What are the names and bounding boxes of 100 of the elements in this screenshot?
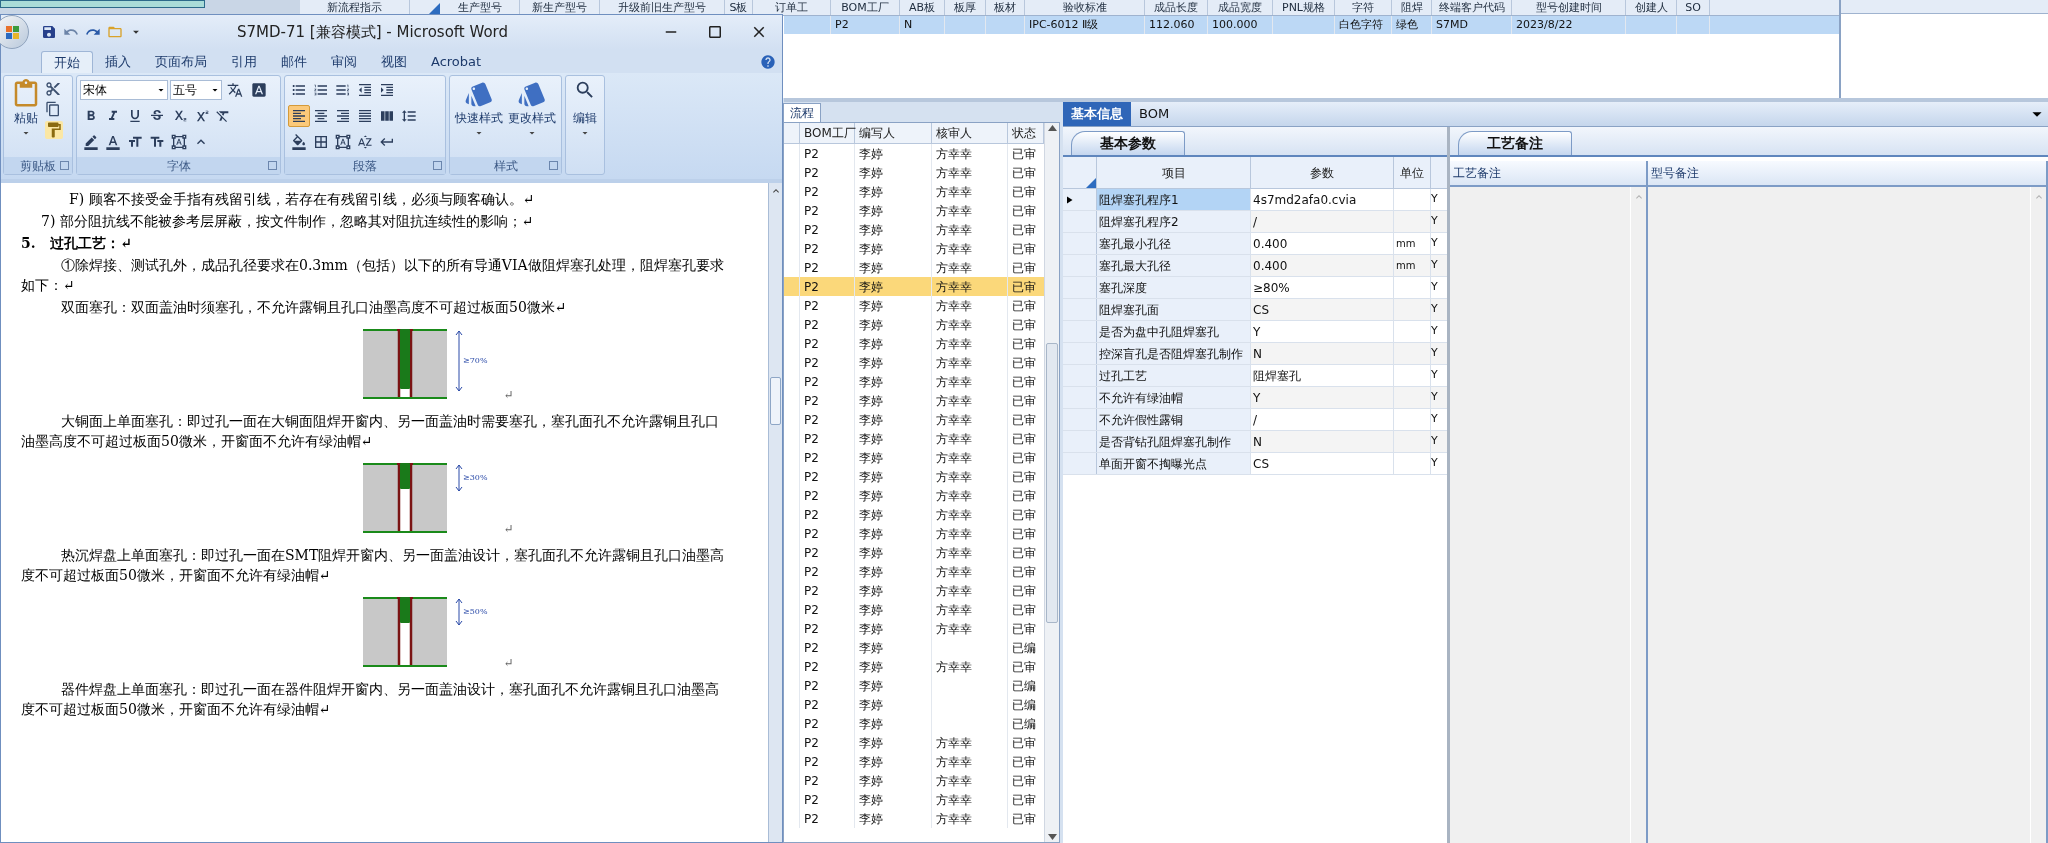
ribbon-tab[interactable]: 视图 bbox=[369, 51, 419, 73]
scroll-down-icon[interactable] bbox=[1047, 834, 1057, 840]
column-header[interactable]: 单位 bbox=[1394, 157, 1431, 188]
style-icon[interactable] bbox=[463, 79, 494, 109]
dialog-launcher-icon[interactable] bbox=[433, 161, 442, 170]
table-cell-text: 已审 bbox=[1012, 164, 1036, 182]
column-header[interactable]: PNL规格 bbox=[1273, 0, 1335, 15]
column-header[interactable]: 成品宽度 bbox=[1208, 0, 1273, 15]
save-icon[interactable] bbox=[41, 24, 57, 40]
list-row[interactable]: P2 李婷 方幸幸 已审 bbox=[784, 277, 1044, 296]
table-cell-text: 已审 bbox=[1012, 582, 1036, 600]
scroll-thumb[interactable] bbox=[770, 377, 781, 425]
column-header[interactable]: 验收标准 bbox=[1025, 0, 1145, 15]
edit-button[interactable]: 编辑 bbox=[573, 109, 597, 127]
scrollbar[interactable] bbox=[768, 183, 782, 842]
ribbon-tab[interactable]: 引用 bbox=[219, 51, 269, 73]
remark-field[interactable] bbox=[1648, 187, 2046, 843]
table-row[interactable]: P2 N IPC-6012 Ⅱ级 112.060 100.000 白色字符 绿色 S7MD 2023/8/22 bbox=[784, 16, 1839, 34]
param-row[interactable]: 阻焊塞孔面 CS Y bbox=[1063, 299, 1447, 321]
flow-tab[interactable]: 流程 bbox=[783, 103, 821, 122]
help-icon[interactable] bbox=[760, 54, 776, 70]
scrollbar[interactable] bbox=[1044, 123, 1059, 842]
column-header[interactable]: 编写人 bbox=[855, 123, 932, 143]
column-header[interactable]: 型号创建时间 bbox=[1512, 0, 1626, 15]
detail-tab[interactable]: 基本信息 bbox=[1063, 102, 1131, 126]
table-cell-text: 已编 bbox=[1012, 715, 1036, 733]
group-label: 剪贴板 bbox=[20, 157, 56, 175]
column-header[interactable]: 型号备注 bbox=[1648, 161, 2046, 187]
table-cell-text: 李婷 bbox=[859, 411, 883, 429]
table-cell-text: 方幸幸 bbox=[936, 164, 972, 182]
scroll-thumb[interactable] bbox=[1046, 342, 1058, 623]
ribbon-tab[interactable]: 邮件 bbox=[269, 51, 319, 73]
font-size-field[interactable]: 五号 bbox=[170, 80, 222, 100]
column-header[interactable]: 成品长度 bbox=[1145, 0, 1208, 15]
column-header[interactable]: 项目 bbox=[1097, 157, 1251, 188]
ribbon-tab[interactable]: 页面布局 bbox=[143, 51, 219, 73]
ribbon-tab[interactable]: 开始 bbox=[41, 51, 93, 73]
param-row[interactable]: 阻焊塞孔程序2 / Y bbox=[1063, 211, 1447, 233]
table-cell-text: 方幸幸 bbox=[936, 734, 972, 752]
align-icon[interactable] bbox=[288, 105, 310, 127]
column-header[interactable]: 创建人 bbox=[1626, 0, 1677, 15]
column-header[interactable]: 板材 bbox=[986, 0, 1025, 15]
office-button[interactable] bbox=[0, 15, 29, 49]
column-header[interactable]: 字符 bbox=[1335, 0, 1392, 15]
table-cell-text: N bbox=[904, 16, 913, 33]
param-row[interactable]: 是否为盘中孔阻焊塞孔 Y Y bbox=[1063, 321, 1447, 343]
panel-tab[interactable]: 基本参数 bbox=[1071, 131, 1185, 155]
table-cell-text: 不允许有绿油帽 bbox=[1099, 389, 1183, 407]
panel-tab[interactable]: 工艺备注 bbox=[1458, 131, 1572, 155]
column-header[interactable]: BOM工厂 bbox=[800, 123, 855, 143]
column-header[interactable]: 参数 bbox=[1251, 157, 1394, 188]
column-header[interactable]: 工艺备注 bbox=[1450, 161, 1646, 187]
scroll-up-icon[interactable] bbox=[1047, 125, 1057, 131]
table-cell-text: P2 bbox=[804, 791, 819, 809]
ribbon-tab[interactable]: 审阅 bbox=[319, 51, 369, 73]
table-cell-text: 方幸幸 bbox=[936, 411, 972, 429]
param-row[interactable]: 不允许有绿油帽 Y Y bbox=[1063, 387, 1447, 409]
font-name-field[interactable]: 宋体 bbox=[80, 80, 168, 100]
paste-button[interactable]: 粘贴 bbox=[14, 109, 38, 127]
ribbon-tab[interactable]: Acrobat bbox=[419, 51, 494, 73]
dialog-launcher-icon[interactable] bbox=[549, 161, 558, 170]
column-header[interactable]: 核审人 bbox=[932, 123, 1008, 143]
column-header[interactable]: AB板 bbox=[900, 0, 945, 15]
table-cell-text: P2 bbox=[804, 221, 819, 239]
search-icon[interactable] bbox=[574, 79, 596, 101]
table-cell-text: P2 bbox=[804, 639, 819, 657]
param-row[interactable]: 单面开窗不掏曝光点 CS Y bbox=[1063, 453, 1447, 475]
copy-icon[interactable] bbox=[45, 101, 61, 117]
maximize-icon[interactable] bbox=[706, 23, 724, 41]
param-row[interactable]: 阻焊塞孔程序1 4s7md2afa0.cvia Y bbox=[1063, 189, 1447, 211]
param-row[interactable]: 塞孔最大孔径 0.400 mm Y bbox=[1063, 255, 1447, 277]
column-header[interactable]: SO bbox=[1677, 0, 1710, 15]
table-cell-text: 李婷 bbox=[859, 506, 883, 524]
dialog-launcher-icon[interactable] bbox=[268, 161, 277, 170]
param-row[interactable]: 过孔工艺 阻焊塞孔 Y bbox=[1063, 365, 1447, 387]
param-row[interactable]: 塞孔最小孔径 0.400 mm Y bbox=[1063, 233, 1447, 255]
column-header[interactable]: 终端客户代码 bbox=[1432, 0, 1512, 15]
ribbon-tab[interactable]: 插入 bbox=[93, 51, 143, 73]
table-cell-text: 已审 bbox=[1012, 316, 1036, 334]
dialog-launcher-icon[interactable] bbox=[60, 161, 69, 170]
param-row[interactable]: 塞孔深度 ≥80% Y bbox=[1063, 277, 1447, 299]
column-header[interactable]: 阻焊 bbox=[1392, 0, 1432, 15]
table-cell-text: 方幸幸 bbox=[936, 297, 972, 315]
column-header[interactable]: BOM工厂 bbox=[831, 0, 900, 15]
table-cell-text: P2 bbox=[804, 772, 819, 790]
param-row[interactable]: 控深盲孔是否阻焊塞孔制作 N Y bbox=[1063, 343, 1447, 365]
param-row[interactable]: 不允许假性露铜 / Y bbox=[1063, 409, 1447, 431]
table-cell-text: 已审 bbox=[1012, 354, 1036, 372]
detail-tab[interactable]: BOM bbox=[1131, 102, 1178, 126]
table-cell-text: mm bbox=[1396, 259, 1416, 273]
format-painter-icon[interactable] bbox=[45, 121, 63, 139]
remark-field[interactable] bbox=[1450, 187, 1646, 843]
table-cell-text: 已审 bbox=[1012, 810, 1036, 828]
style-button[interactable]: 更改样式 bbox=[508, 109, 557, 127]
style-icon[interactable] bbox=[517, 79, 548, 109]
column-header[interactable]: 板厚 bbox=[945, 0, 986, 15]
table-cell: Y bbox=[1431, 455, 1438, 472]
param-row[interactable]: 是否背钻孔阻焊塞孔制作 N Y bbox=[1063, 431, 1447, 453]
cut-icon[interactable] bbox=[45, 81, 61, 97]
style-button[interactable]: 快速样式 bbox=[454, 109, 503, 127]
